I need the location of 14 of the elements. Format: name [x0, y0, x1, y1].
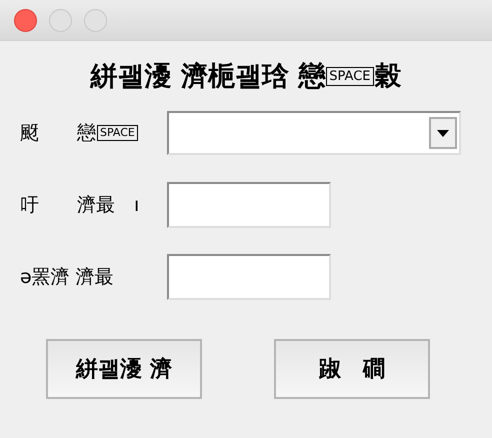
- close-button[interactable]: [14, 8, 37, 32]
- input-field[interactable]: [167, 182, 331, 228]
- input-field[interactable]: [167, 254, 331, 300]
- label-text: 絣괠瀀 濟梔괠琀 戀: [90, 60, 326, 94]
- label-text: 吁 濟最 ı: [20, 193, 140, 218]
- label-text: 穀: [374, 60, 402, 94]
- button[interactable]: 踧 磵: [274, 339, 430, 399]
- dropdown-field[interactable]: [167, 111, 461, 155]
- key-label: SPACE: [326, 66, 374, 86]
- caret-icon: [437, 130, 449, 136]
- label-text: 颬 戀: [20, 121, 96, 146]
- key-label: SPACE: [97, 125, 138, 141]
- label-text: ə罴濟 濟最: [20, 265, 114, 290]
- button[interactable]: 絣괠瀀 濟: [46, 339, 202, 399]
